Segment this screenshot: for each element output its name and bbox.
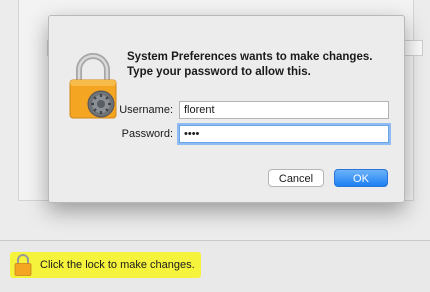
password-field[interactable] — [179, 125, 389, 143]
dialog-message: System Preferences wants to make changes… — [127, 51, 373, 78]
password-label: Password: — [121, 128, 173, 140]
ok-button[interactable]: OK — [334, 169, 388, 187]
authentication-dialog: System Preferences wants to make changes… — [48, 15, 405, 203]
password-row: Password: — [119, 125, 389, 143]
username-row: Username: — [119, 101, 389, 119]
lock-hint-text: Click the lock to make changes. — [40, 259, 195, 271]
padlock-icon[interactable] — [14, 254, 32, 276]
lock-hint[interactable]: Click the lock to make changes. — [10, 252, 201, 278]
username-label: Username: — [119, 104, 173, 116]
cancel-button[interactable]: Cancel — [268, 169, 324, 187]
username-field[interactable] — [179, 101, 389, 119]
lock-with-gear-icon — [69, 53, 117, 119]
